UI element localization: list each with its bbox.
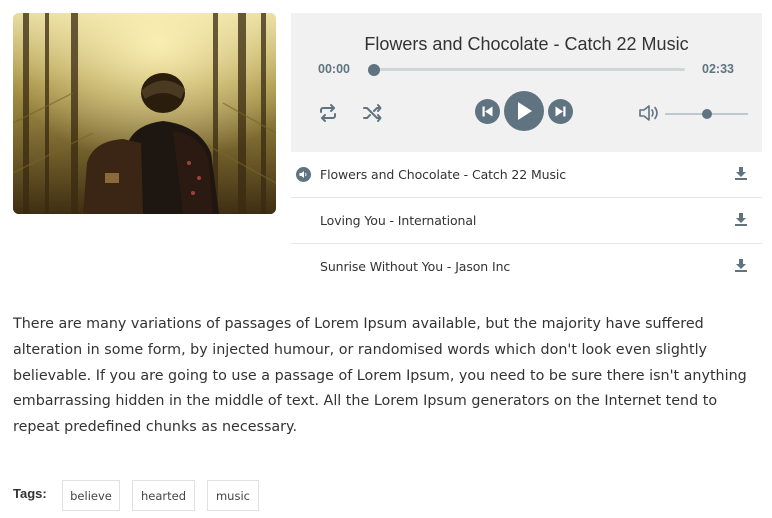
- playlist-item-label: Flowers and Chocolate - Catch 22 Music: [320, 167, 567, 182]
- previous-track-button[interactable]: [475, 99, 500, 124]
- playlist-item[interactable]: Loving You - International: [291, 198, 762, 244]
- shuffle-button[interactable]: [361, 102, 383, 124]
- repeat-icon: [320, 104, 336, 122]
- volume-icon: [639, 105, 658, 121]
- play-icon: [518, 102, 532, 120]
- playlist-item[interactable]: Flowers and Chocolate - Catch 22 Music: [291, 152, 762, 198]
- volume-slider[interactable]: [665, 109, 748, 119]
- progress-handle[interactable]: [368, 64, 380, 76]
- now-playing-title: Flowers and Chocolate - Catch 22 Music: [364, 34, 689, 54]
- next-track-button[interactable]: [548, 99, 573, 124]
- playlist-item-label: Sunrise Without You - Jason Inc: [320, 259, 511, 274]
- volume-handle[interactable]: [701, 109, 712, 119]
- playlist: Flowers and Chocolate - Catch 22 Music L…: [291, 152, 762, 290]
- playlist-item-label: Loving You - International: [320, 213, 477, 228]
- speaker-icon: [296, 167, 311, 182]
- tag-music[interactable]: music: [207, 480, 259, 511]
- mute-button[interactable]: [637, 102, 661, 124]
- current-time: 00:00: [318, 62, 350, 76]
- playlist-item[interactable]: Sunrise Without You - Jason Inc: [291, 244, 762, 290]
- tag-hearted[interactable]: hearted: [132, 480, 195, 511]
- tag-believe[interactable]: believe: [62, 480, 120, 511]
- skip-forward-icon: [555, 106, 566, 117]
- audio-player: Flowers and Chocolate - Catch 22 Music 0…: [291, 13, 762, 152]
- repeat-button[interactable]: [317, 102, 339, 124]
- progress-bar[interactable]: [368, 64, 685, 76]
- album-cover-image: [13, 13, 276, 214]
- duration-time: 02:33: [702, 62, 734, 76]
- download-icon[interactable]: [735, 259, 747, 272]
- play-button[interactable]: [504, 91, 544, 131]
- download-icon[interactable]: [735, 213, 747, 226]
- description-text: There are many variations of passages of…: [13, 316, 747, 436]
- skip-back-icon: [482, 106, 493, 117]
- download-icon[interactable]: [735, 167, 747, 180]
- tags-label: Tags:: [13, 486, 47, 501]
- shuffle-icon: [363, 104, 382, 122]
